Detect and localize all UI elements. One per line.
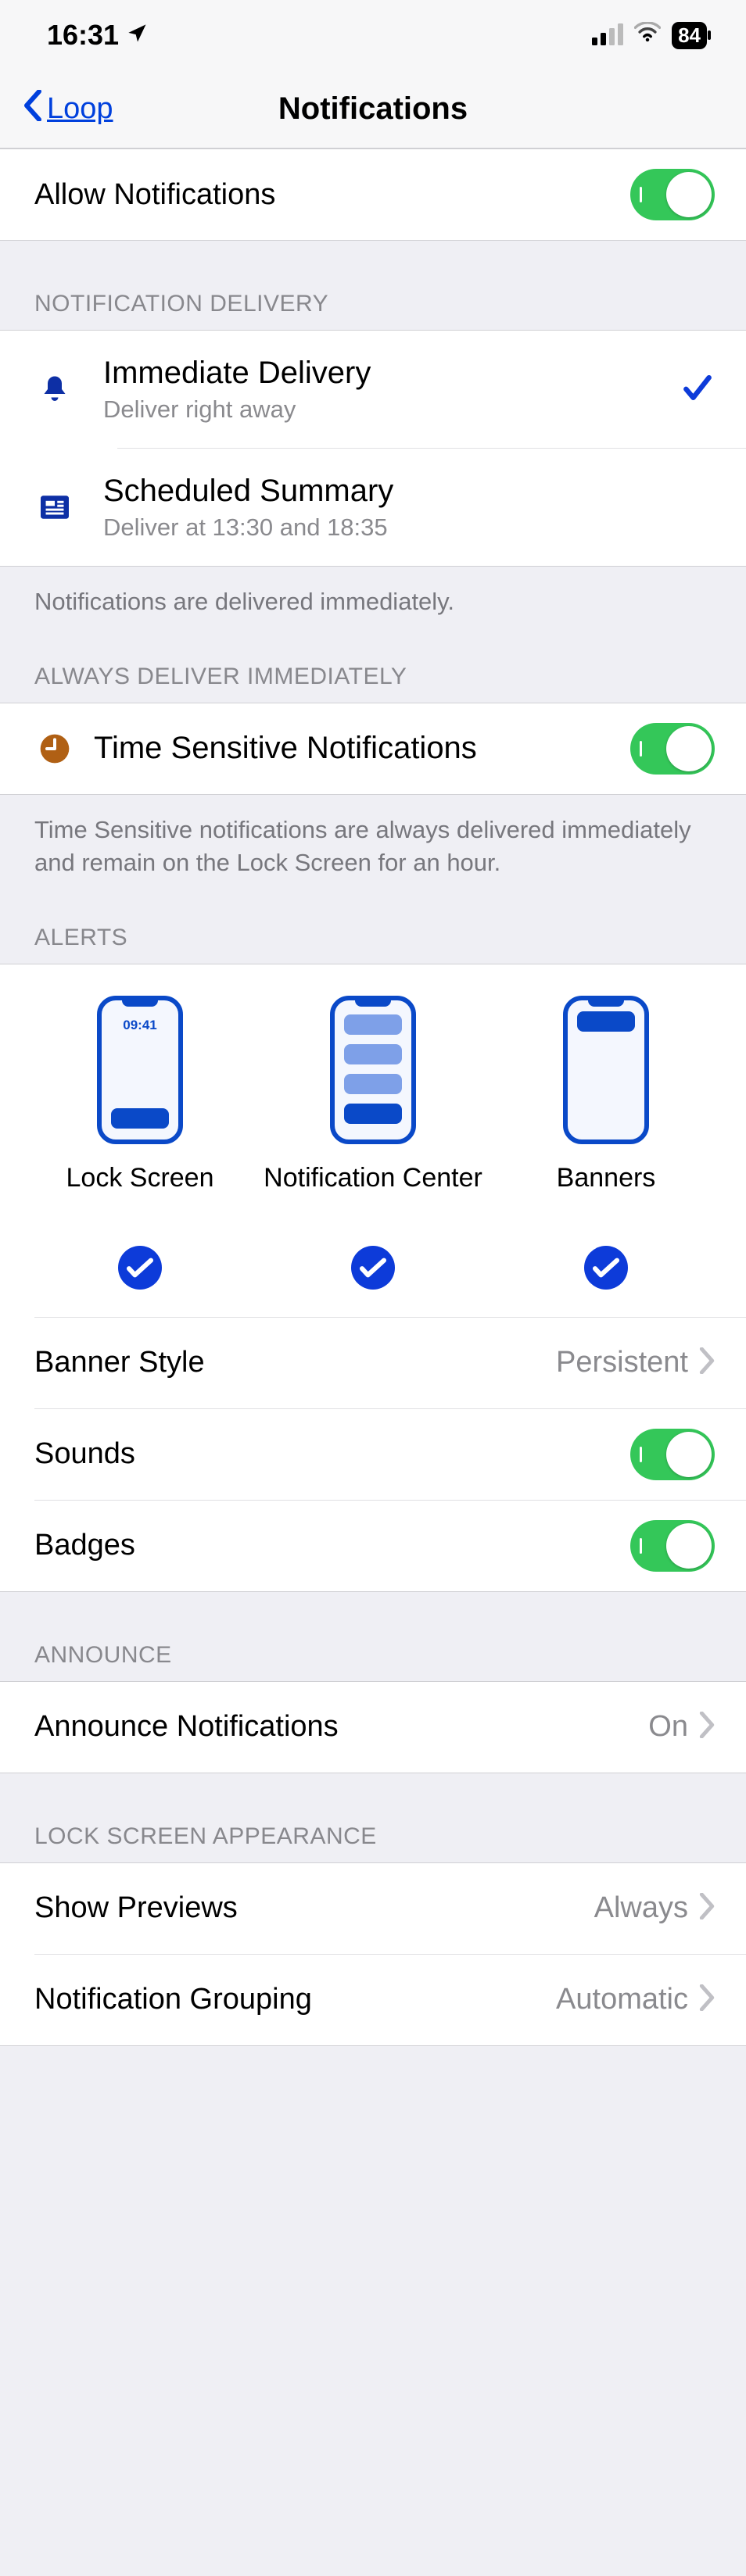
notification-center-preview-icon xyxy=(330,996,416,1144)
alert-lock-check[interactable] xyxy=(118,1246,162,1293)
chevron-right-icon xyxy=(699,1347,715,1378)
announce-value: On xyxy=(648,1710,688,1744)
alert-location-notification-center[interactable]: Notification Center xyxy=(264,996,482,1293)
status-time: 16:31 xyxy=(47,19,119,52)
alert-banners-check[interactable] xyxy=(584,1246,628,1293)
lock-appearance-header: LOCK SCREEN APPEARANCE xyxy=(0,1773,746,1862)
announce-label: Announce Notifications xyxy=(34,1710,648,1744)
badges-label: Badges xyxy=(34,1529,630,1562)
delivery-header: NOTIFICATION DELIVERY xyxy=(0,241,746,330)
alert-center-check[interactable] xyxy=(351,1246,395,1293)
notification-grouping-label: Notification Grouping xyxy=(34,1983,556,2016)
time-sensitive-label: Time Sensitive Notifications xyxy=(94,731,630,766)
alerts-header: ALERTS xyxy=(0,887,746,964)
delivery-scheduled-title: Scheduled Summary xyxy=(103,474,715,509)
nav-bar: Loop Notifications xyxy=(0,70,746,148)
battery-icon: 84 xyxy=(672,22,707,49)
back-label: Loop xyxy=(47,92,113,126)
sounds-toggle[interactable] xyxy=(630,1429,715,1480)
notification-grouping-row[interactable]: Notification Grouping Automatic xyxy=(0,1955,746,2045)
announce-header: ANNOUNCE xyxy=(0,1592,746,1681)
badges-toggle[interactable] xyxy=(630,1520,715,1572)
show-previews-row[interactable]: Show Previews Always xyxy=(0,1863,746,1954)
newspaper-icon xyxy=(34,493,75,521)
allow-notifications-label: Allow Notifications xyxy=(34,178,630,212)
sounds-label: Sounds xyxy=(34,1437,630,1471)
status-bar: 16:31 84 xyxy=(0,0,746,70)
chevron-right-icon xyxy=(699,1984,715,2015)
alert-location-banners[interactable]: Banners xyxy=(497,996,716,1293)
badges-row[interactable]: Badges xyxy=(0,1501,746,1591)
time-sensitive-toggle[interactable] xyxy=(630,723,715,775)
delivery-immediate-title: Immediate Delivery xyxy=(103,356,680,391)
banner-style-value: Persistent xyxy=(556,1346,688,1379)
always-footer: Time Sensitive notifications are always … xyxy=(0,795,746,887)
allow-notifications-row[interactable]: Allow Notifications xyxy=(0,149,746,240)
alert-center-label: Notification Center xyxy=(264,1161,482,1232)
clock-icon xyxy=(34,733,75,764)
allow-notifications-toggle[interactable] xyxy=(630,169,715,220)
show-previews-value: Always xyxy=(594,1891,688,1925)
alert-lock-label: Lock Screen xyxy=(66,1161,214,1232)
delivery-scheduled-row[interactable]: Scheduled Summary Deliver at 13:30 and 1… xyxy=(0,449,746,566)
chevron-right-icon xyxy=(699,1893,715,1923)
bell-icon xyxy=(34,374,75,405)
delivery-immediate-row[interactable]: Immediate Delivery Deliver right away xyxy=(0,331,746,448)
alert-banners-label: Banners xyxy=(557,1161,656,1232)
page-title: Notifications xyxy=(278,91,468,127)
banner-style-label: Banner Style xyxy=(34,1346,556,1379)
wifi-icon xyxy=(634,22,661,48)
delivery-immediate-sub: Deliver right away xyxy=(103,395,680,424)
chevron-right-icon xyxy=(699,1712,715,1742)
delivery-footer: Notifications are delivered immediately. xyxy=(0,567,746,626)
banner-style-row[interactable]: Banner Style Persistent xyxy=(0,1318,746,1408)
show-previews-label: Show Previews xyxy=(34,1891,594,1925)
cellular-icon xyxy=(592,25,623,45)
time-sensitive-row[interactable]: Time Sensitive Notifications xyxy=(0,703,746,794)
delivery-scheduled-sub: Deliver at 13:30 and 18:35 xyxy=(103,513,715,542)
announce-row[interactable]: Announce Notifications On xyxy=(0,1682,746,1773)
lock-screen-preview-icon: 09:41 xyxy=(97,996,183,1144)
chevron-left-icon xyxy=(23,90,42,129)
back-button[interactable]: Loop xyxy=(23,90,113,129)
notification-grouping-value: Automatic xyxy=(556,1983,688,2016)
sounds-row[interactable]: Sounds xyxy=(0,1409,746,1500)
alert-location-lock-screen[interactable]: 09:41 Lock Screen xyxy=(30,996,249,1293)
checkmark-icon xyxy=(680,370,715,409)
banners-preview-icon xyxy=(563,996,649,1144)
location-icon xyxy=(127,19,149,52)
always-header: ALWAYS DELIVER IMMEDIATELY xyxy=(0,626,746,703)
